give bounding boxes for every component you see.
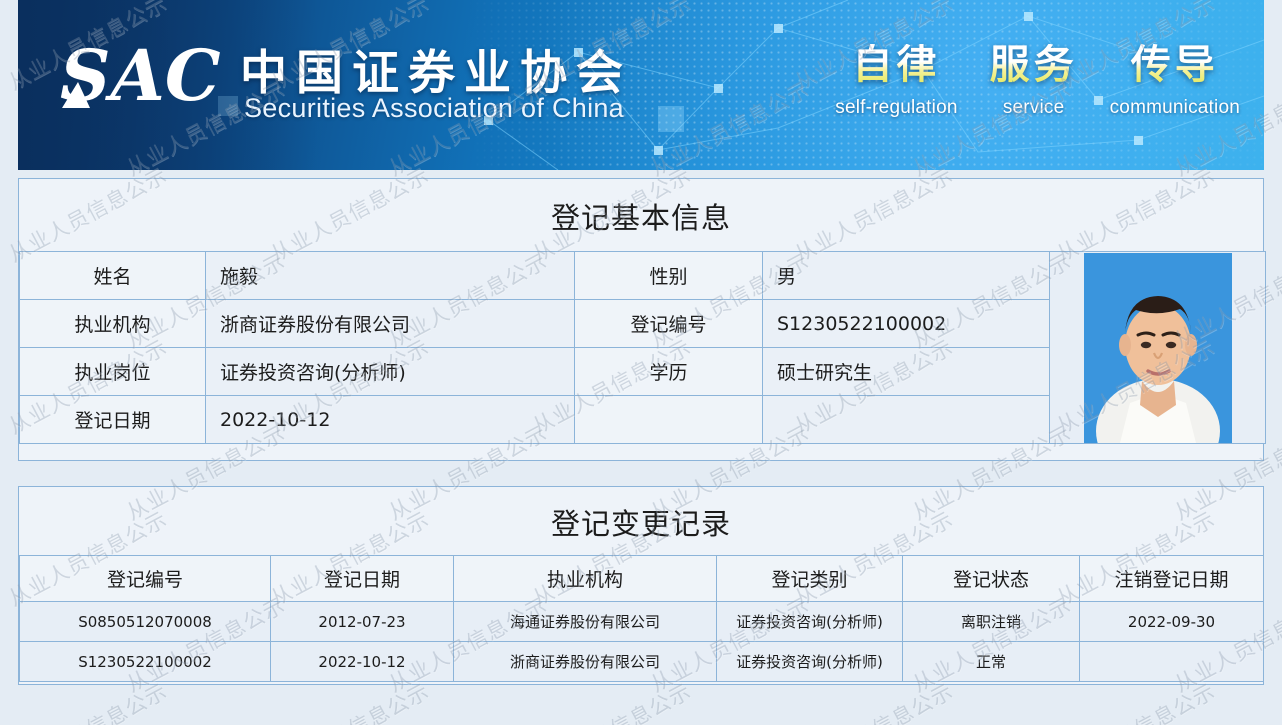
basic-info-panel: 登记基本信息 姓名 施毅 性别 男 执业机构 浙商证券股份有限公司 登记编号 S… [18,178,1266,461]
org-name-en: Securities Association of China [244,93,624,123]
col-cancellation-date: 注销登记日期 [1079,555,1264,602]
value-gender: 男 [762,251,1050,300]
value-registration-number: S1230522100002 [762,299,1050,348]
label-registration-date: 登记日期 [19,395,206,444]
label-name: 姓名 [19,251,206,300]
value-institution: 浙商证券股份有限公司 [205,299,575,348]
slogan-en: communication [1109,97,1240,118]
table-row: 姓名 施毅 性别 男 [19,251,1266,444]
cell-registration-date: 2012-07-23 [270,601,454,642]
table-header-row: 登记编号 登记日期 执业机构 登记类别 登记状态 注销登记日期 [19,555,1264,602]
cell-registration-date: 2022-10-12 [270,641,454,682]
cell-registration-number: S1230522100002 [19,641,271,682]
slogan-en: self-regulation [835,97,958,118]
status-badge: 离职注销 [902,601,1080,642]
slogan-cn: 服务 [989,42,1078,88]
label-registration-number: 登记编号 [574,299,763,348]
col-registration-date: 登记日期 [270,555,454,602]
label-empty [574,395,763,444]
watermark-row: 从业人员信息公示从业人员信息公示从业人员信息公示从业人员信息公示从业人员信息公示… [0,679,1282,725]
col-registration-type: 登记类别 [716,555,903,602]
change-records-panel: 登记变更记录 登记编号 登记日期 执业机构 登记类别 登记状态 注销登记日期 S… [18,486,1264,685]
status-badge: 正常 [902,641,1080,682]
col-institution: 执业机构 [453,555,717,602]
avatar [1049,251,1266,444]
value-education: 硕士研究生 [762,347,1050,396]
cell-cancellation-date [1079,641,1264,682]
table-row: S0850512070008 2012-07-23 海通证券股份有限公司 证券投… [19,601,1264,642]
value-registration-date: 2022-10-12 [205,395,575,444]
cell-institution: 浙商证券股份有限公司 [453,641,717,682]
slogan-en: service [1002,97,1065,118]
value-empty [762,395,1050,444]
id-photo [1083,252,1232,443]
label-gender: 性别 [574,251,763,300]
slogan-cn: 自律 [835,44,957,86]
change-records-table: 登记编号 登记日期 执业机构 登记类别 登记状态 注销登记日期 S0850512… [19,555,1264,682]
col-registration-number: 登记编号 [19,555,271,602]
label-institution: 执业机构 [19,299,206,348]
cell-registration-type: 证券投资咨询(分析师) [716,601,903,642]
value-name: 施毅 [205,251,575,300]
slogan-cn: 传导 [1110,44,1240,86]
slogan-self-regulation: 自律 self-regulation [835,44,957,119]
page-title: 登记基本信息 [550,201,731,235]
site-banner: SAC 中国证券业协会 Securities Association of Ch… [18,0,1264,170]
cell-institution: 海通证券股份有限公司 [453,601,717,642]
cell-registration-number: S0850512070008 [19,601,271,642]
sac-logo-icon: SAC [60,38,226,116]
page-root: SAC 中国证券业协会 Securities Association of Ch… [0,0,1282,725]
change-records-title: 登记变更记录 [550,507,731,541]
label-position: 执业岗位 [19,347,206,396]
value-position: 证券投资咨询(分析师) [205,347,575,396]
label-education: 学历 [574,347,763,396]
col-registration-status: 登记状态 [902,555,1080,602]
banner-slogans: 自律 self-regulation 服务 service 传导 communi… [835,44,1240,119]
table-row: S1230522100002 2022-10-12 浙商证券股份有限公司 证券投… [19,641,1264,682]
slogan-communication: 传导 communication [1110,44,1240,119]
cell-registration-type: 证券投资咨询(分析师) [716,641,903,682]
cell-cancellation-date: 2022-09-30 [1079,601,1264,642]
basic-info-table: 姓名 施毅 性别 男 执业机构 浙商证券股份有限公司 登记编号 S1230522… [19,251,1266,444]
slogan-service: 服务 service [990,44,1078,119]
